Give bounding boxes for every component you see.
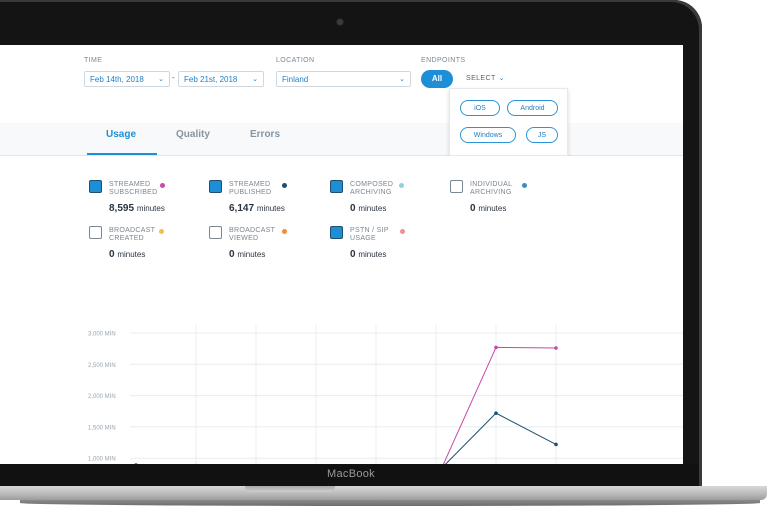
- metric-name: COMPOSED ARCHIVING: [350, 181, 394, 196]
- metric-name: STREAMED SUBSCRIBED: [109, 181, 158, 196]
- metric-broadcast-viewed: BROADCAST VIEWED 0 minutes: [209, 226, 329, 266]
- metric-checkbox[interactable]: [209, 226, 222, 239]
- endpoints-select-label: SELECT: [466, 75, 496, 82]
- endpoints-all-button[interactable]: All: [421, 70, 453, 88]
- laptop-bezel: TIME Feb 14th, 2018 ⌄ - Feb 21st, 2018 ⌄…: [0, 0, 702, 486]
- metric-checkbox[interactable]: [89, 226, 102, 239]
- chevron-down-icon: ⌄: [399, 76, 405, 83]
- metric-broadcast-created: BROADCAST CREATED 0 minutes: [89, 226, 209, 266]
- metric-name: STREAMED PUBLISHED: [229, 181, 272, 196]
- start-date-select[interactable]: Feb 14th, 2018 ⌄: [84, 71, 170, 87]
- chevron-down-icon: ⌄: [252, 76, 258, 83]
- metric-value: 0 minutes: [470, 203, 507, 214]
- tab-bar: Usage Quality Errors: [0, 123, 683, 156]
- screen: TIME Feb 14th, 2018 ⌄ - Feb 21st, 2018 ⌄…: [0, 45, 683, 464]
- metric-name: PSTN / SIP USAGE: [350, 227, 389, 242]
- metric-checkbox[interactable]: [450, 180, 463, 193]
- laptop-chin: MacBook: [0, 464, 702, 486]
- series-color-dot: [160, 183, 165, 188]
- time-label: TIME: [84, 57, 103, 64]
- metric-value: 0 minutes: [350, 203, 387, 214]
- metric-checkbox[interactable]: [330, 226, 343, 239]
- usage-line-chart: 3,000 MIN 2,500 MIN 2,000 MIN 1,500 MIN 1,00…: [0, 275, 683, 464]
- chevron-down-icon: ⌄: [158, 76, 164, 83]
- base-top: [0, 486, 767, 500]
- endpoints-dropdown: iOS Android Windows JS: [449, 88, 568, 156]
- y-tick-label: 1,500 MIN: [88, 425, 116, 431]
- tab-errors[interactable]: Errors: [250, 129, 280, 140]
- end-date-select[interactable]: Feb 21st, 2018 ⌄: [178, 71, 264, 87]
- active-tab-indicator: [87, 153, 157, 155]
- series-color-dot: [159, 229, 164, 234]
- metric-composed-archiving: COMPOSED ARCHIVING 0 minutes: [330, 180, 450, 220]
- endpoint-chip-ios[interactable]: iOS: [460, 100, 500, 116]
- tab-usage[interactable]: Usage: [106, 129, 136, 140]
- tab-quality[interactable]: Quality: [176, 129, 210, 140]
- metric-name: BROADCAST VIEWED: [229, 227, 276, 242]
- metric-individual-archiving: INDIVIDUAL ARCHIVING 0 minutes: [450, 180, 570, 220]
- y-tick-label: 3,000 MIN: [88, 332, 116, 338]
- metric-checkbox[interactable]: [330, 180, 343, 193]
- location-select[interactable]: Finland ⌄: [276, 71, 411, 87]
- laptop-base: [0, 486, 767, 518]
- data-point[interactable]: [554, 346, 558, 350]
- brand-label: MacBook: [327, 468, 375, 480]
- data-point[interactable]: [554, 442, 558, 447]
- date-separator: -: [172, 73, 175, 82]
- endpoint-chip-js[interactable]: JS: [526, 127, 558, 143]
- base-bottom: [20, 500, 760, 506]
- metric-value: 6,147 minutes: [229, 203, 285, 214]
- data-point[interactable]: [494, 411, 498, 415]
- endpoint-chip-android[interactable]: Android: [507, 100, 558, 116]
- metric-value: 0 minutes: [350, 249, 387, 260]
- metric-streamed-published: STREAMED PUBLISHED 6,147 minutes: [209, 180, 329, 220]
- y-tick-label: 2,000 MIN: [88, 394, 116, 400]
- metric-value: 8,595 minutes: [109, 203, 165, 214]
- metrics-panel: STREAMED SUBSCRIBED 8,595 minutes STREAME…: [0, 156, 683, 276]
- location-label: LOCATION: [276, 57, 315, 64]
- metric-pstn-sip-usage: PSTN / SIP USAGE 0 minutes: [330, 226, 450, 266]
- base-notch: [245, 486, 335, 492]
- metric-streamed-subscribed: STREAMED SUBSCRIBED 8,595 minutes: [89, 180, 209, 220]
- metric-checkbox[interactable]: [89, 180, 102, 193]
- metric-name: INDIVIDUAL ARCHIVING: [470, 181, 513, 196]
- y-tick-label: 1,000 MIN: [88, 457, 116, 463]
- end-date-value: Feb 21st, 2018: [184, 75, 238, 84]
- series-line-1: [445, 412, 557, 464]
- endpoints-label: ENDPOINTS: [421, 57, 466, 64]
- series-color-dot: [399, 183, 404, 188]
- chart-svg: 3,000 MIN 2,500 MIN 2,000 MIN 1,500 MIN 1,00…: [88, 325, 683, 464]
- location-value: Finland: [282, 75, 309, 84]
- series-color-dot: [282, 183, 287, 188]
- chevron-down-icon: ⌄: [498, 75, 505, 82]
- data-point[interactable]: [494, 345, 498, 350]
- metric-value: 0 minutes: [109, 249, 146, 260]
- endpoint-chip-windows[interactable]: Windows: [460, 127, 516, 143]
- y-tick-label: 2,500 MIN: [88, 363, 116, 369]
- camera-icon: [337, 19, 343, 25]
- start-date-value: Feb 14th, 2018: [90, 75, 144, 84]
- series-line-0: [442, 346, 557, 464]
- filter-bar: TIME Feb 14th, 2018 ⌄ - Feb 21st, 2018 ⌄…: [0, 45, 683, 124]
- series-color-dot: [400, 229, 405, 234]
- metric-value: 0 minutes: [229, 249, 266, 260]
- metric-checkbox[interactable]: [209, 180, 222, 193]
- series-color-dot: [282, 229, 287, 234]
- metric-name: BROADCAST CREATED: [109, 227, 156, 242]
- series-color-dot: [522, 183, 527, 188]
- endpoints-select-toggle[interactable]: SELECT ⌄: [466, 74, 505, 82]
